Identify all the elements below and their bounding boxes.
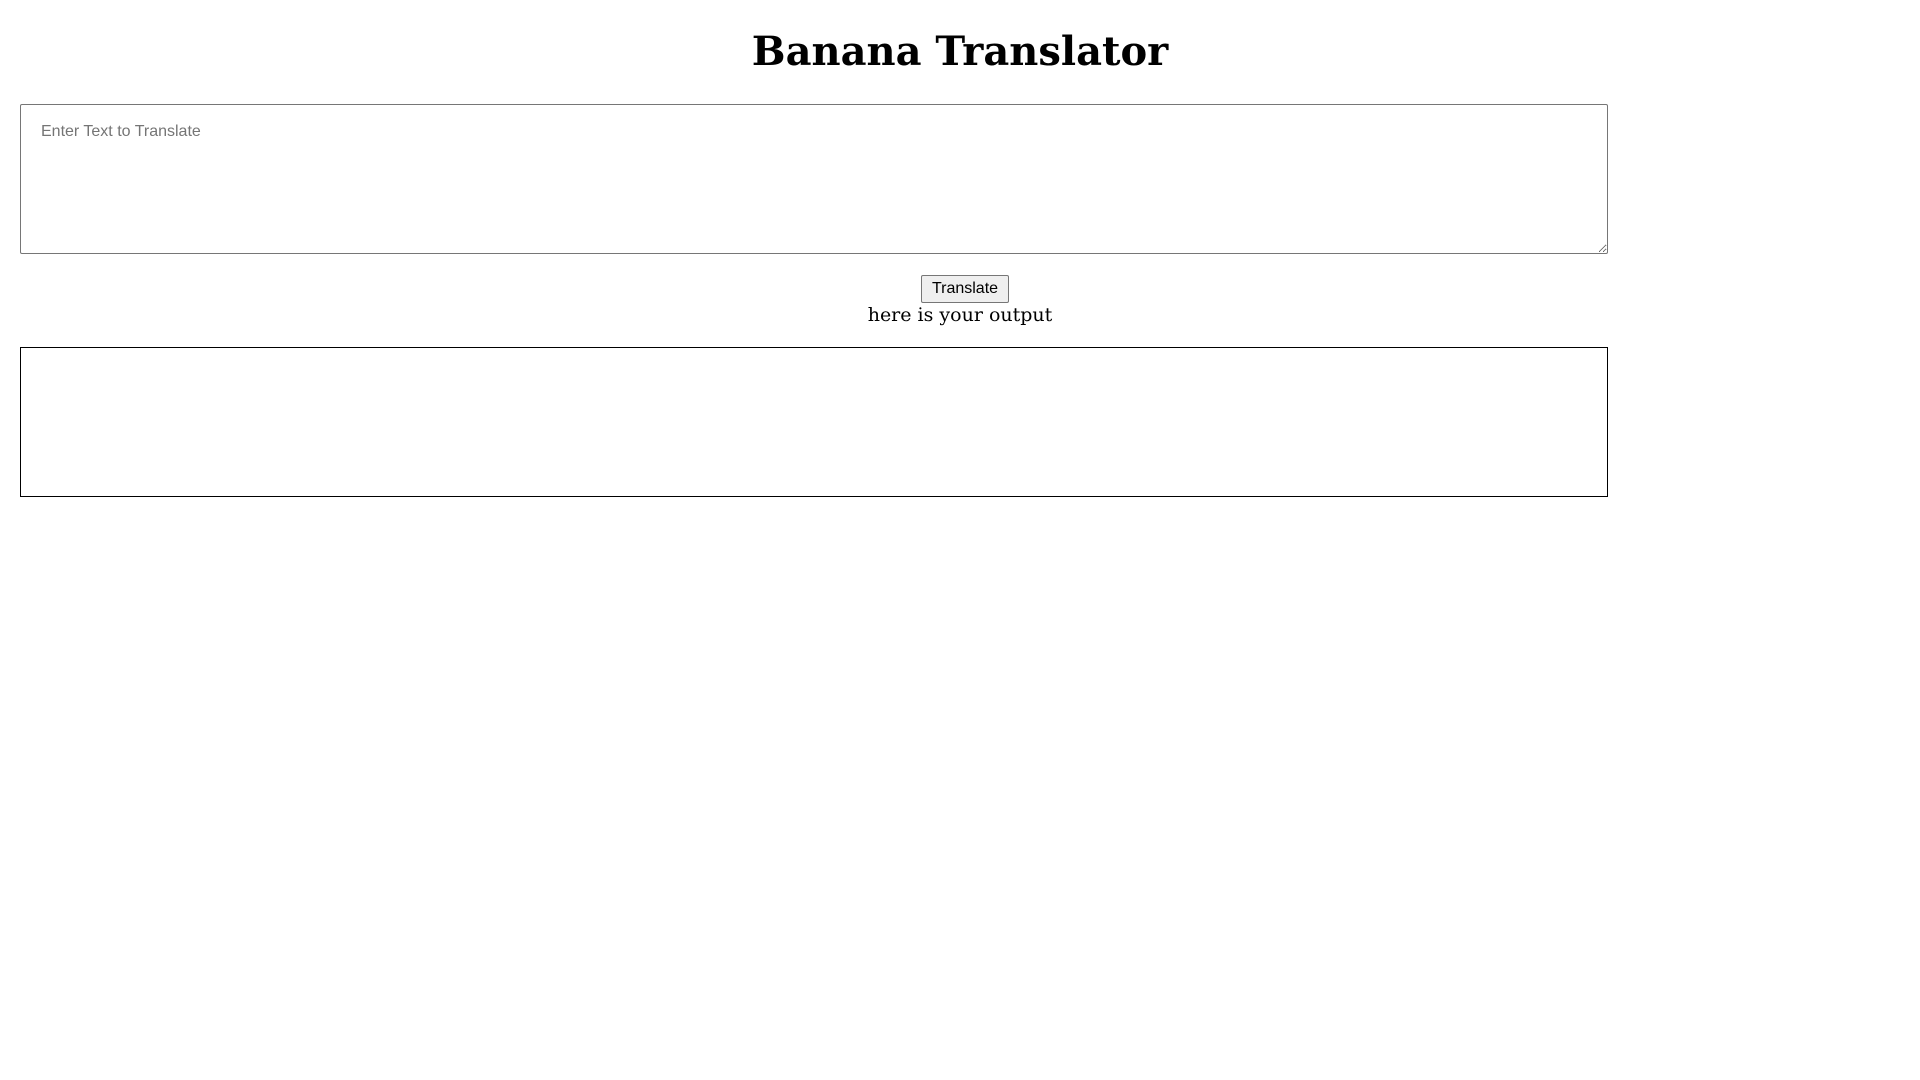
- output-box: [20, 347, 1608, 497]
- text-input[interactable]: [20, 104, 1608, 254]
- translate-button[interactable]: Translate: [921, 275, 1009, 303]
- output-label: here is your output: [867, 304, 1053, 326]
- app-root: Banana Translator Translate here is your…: [0, 0, 1920, 1080]
- page-title: Banana Translator: [751, 28, 1169, 75]
